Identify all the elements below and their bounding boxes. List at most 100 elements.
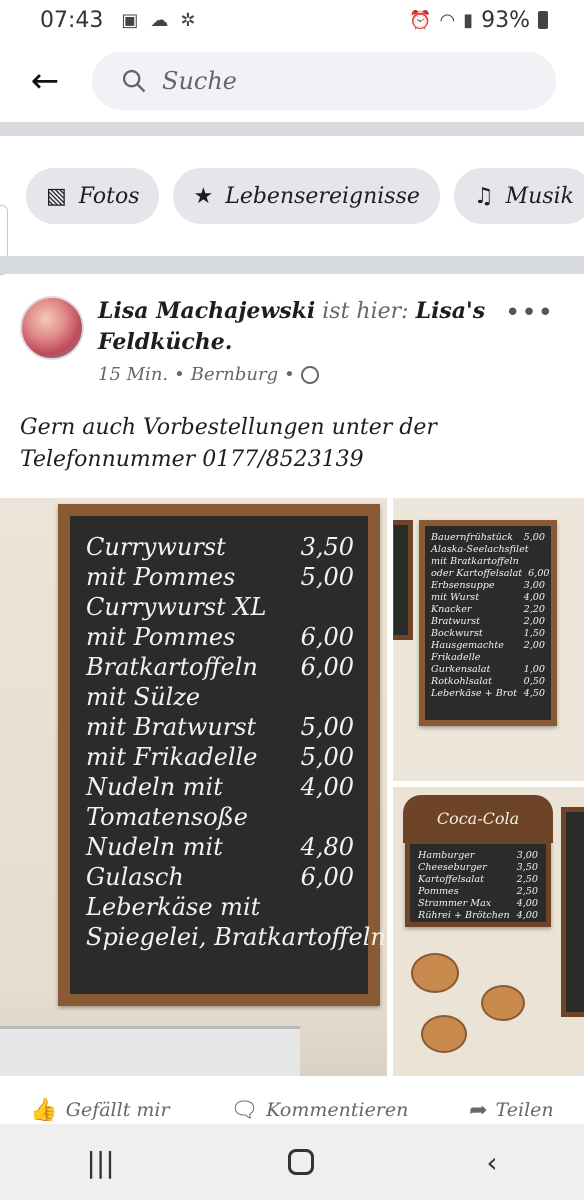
- clock: 07:43: [40, 7, 104, 33]
- menu-row: Gulasch 6,00: [86, 862, 354, 892]
- checkin-connector: ist hier:: [322, 299, 409, 324]
- menu-item: Hausgemachte: [431, 640, 504, 651]
- menu-row: Leberkäse + Brot 4,50: [431, 688, 545, 700]
- menu-row: Spiegelei, Bratkartoffeln: [86, 922, 386, 952]
- menu-price: 1,50: [523, 628, 545, 639]
- share-label: Teilen: [495, 1099, 554, 1121]
- post-location[interactable]: Bernburg: [191, 364, 278, 385]
- menu-row: Nudeln mit 4,00: [86, 772, 354, 802]
- menu-row: mit Pommes 6,00: [86, 622, 354, 652]
- avatar[interactable]: [20, 296, 84, 360]
- search-row: ← Suche: [0, 48, 584, 114]
- like-button[interactable]: 👍 Gefällt mir: [30, 1098, 169, 1123]
- photo-top-right[interactable]: Bauernfrühstück 5,00 Alaska-Seelachsfilet m…: [393, 498, 584, 781]
- menu-row: Leberkäse mit: [86, 892, 354, 922]
- menu-price: 4,50: [523, 688, 545, 699]
- share-button[interactable]: ➦ Teilen: [469, 1098, 554, 1123]
- menu-item: Currywurst: [86, 533, 226, 561]
- menu-row: Bratwurst 2,00: [431, 616, 545, 628]
- menu-item: mit Sülze: [86, 683, 201, 711]
- post-title: Lisa Machajewski ist hier: Lisa's Feldkü…: [98, 296, 518, 358]
- menu-row: mit Wurst 4,00: [431, 592, 545, 604]
- chip-lebensereignisse[interactable]: ★ Lebensereignisse: [173, 168, 440, 224]
- menu-row: mit Bratkartoffeln: [431, 556, 545, 568]
- menu-item: Kartoffelsalat: [418, 874, 484, 885]
- menu-price: 5,00: [300, 743, 354, 771]
- search-icon: [122, 69, 146, 93]
- menu-price: 6,00: [528, 568, 550, 579]
- back-icon[interactable]: ‹: [486, 1146, 497, 1179]
- menu-item: Strammer Max: [418, 898, 492, 909]
- menu-item: Nudeln mit: [86, 833, 223, 861]
- menu-row: Currywurst 3,50: [86, 532, 354, 562]
- chalkboard-side: Bauernfrühstück 5,00 Alaska-Seelachsfilet m…: [419, 520, 557, 726]
- menu-item: Rotkohlsalat: [431, 676, 492, 687]
- menu-price: 2,50: [516, 886, 538, 897]
- menu-item: Leberkäse mit: [86, 893, 261, 921]
- photo-bottom-right[interactable]: Coca-Cola Hamburger 3,00 Cheeseburger 3,50 K…: [393, 787, 584, 1076]
- status-bar: 07:43 ▣ ☁ ✲ ⏰ ◠ ▮ 93%: [0, 0, 584, 40]
- menu-item: oder Kartoffelsalat: [431, 568, 523, 579]
- menu-row: Rührei + Brötchen 4,00: [418, 910, 538, 922]
- search-input[interactable]: Suche: [92, 52, 556, 110]
- like-label: Gefällt mir: [65, 1099, 170, 1121]
- author-name[interactable]: Lisa Machajewski: [98, 298, 315, 324]
- menu-price: 6,00: [300, 863, 354, 891]
- menu-row: Bockwurst 1,50: [431, 628, 545, 640]
- post-time[interactable]: 15 Min.: [98, 364, 168, 385]
- menu-price: 0,50: [523, 676, 545, 687]
- menu-price: 2,20: [523, 604, 545, 615]
- menu-row: Currywurst XL: [86, 592, 354, 622]
- menu-price: 2,00: [523, 640, 545, 651]
- menu-item: Rührei + Brötchen: [418, 910, 510, 921]
- profile-chips: ▧ Fotos ★ Lebensereignisse ♫ Musik: [26, 168, 584, 224]
- meta-separator: •: [284, 364, 295, 385]
- menu-price: 1,00: [523, 664, 545, 675]
- menu-item: Bockwurst: [431, 628, 483, 639]
- home-icon[interactable]: [287, 1149, 314, 1175]
- music-icon: ♫: [473, 183, 494, 209]
- comment-button[interactable]: 🗨 Kommentieren: [230, 1098, 408, 1123]
- weather-notification-icon: ☁: [150, 9, 169, 31]
- menu-row: Frikadelle: [431, 652, 545, 664]
- menu-price: 4,00: [523, 592, 545, 603]
- menu-price: 6,00: [300, 653, 354, 681]
- signal-icon: ▮: [463, 9, 474, 31]
- frame-edge: [561, 807, 584, 1017]
- globe-icon: [300, 365, 319, 384]
- share-icon: ➦: [469, 1097, 488, 1123]
- menu-item: Tomatensoße: [86, 803, 248, 831]
- menu-item: mit Pommes: [86, 623, 236, 651]
- comment-icon: 🗨: [230, 1097, 259, 1123]
- menu-item: Spiegelei, Bratkartoffeln: [86, 923, 386, 951]
- menu-item: Frikadelle: [431, 652, 481, 663]
- recent-apps-icon[interactable]: |||: [86, 1146, 114, 1179]
- menu-item: Knacker: [431, 604, 472, 615]
- chip-fotos[interactable]: ▧ Fotos: [26, 168, 160, 224]
- back-arrow-icon[interactable]: ←: [0, 61, 90, 101]
- menu-row: Erbsensuppe 3,00: [431, 580, 545, 592]
- menu-item: mit Wurst: [431, 592, 480, 603]
- menu-row: mit Bratwurst 5,00: [86, 712, 354, 742]
- alarm-icon: ⏰: [409, 9, 432, 31]
- menu-row: mit Sülze: [86, 682, 354, 712]
- section-divider: [0, 256, 584, 274]
- menu-item: Hamburger: [418, 850, 475, 861]
- menu-item: Currywurst XL: [86, 593, 267, 621]
- chip-musik[interactable]: ♫ Musik: [453, 168, 584, 224]
- coca-cola-sign: Coca-Cola: [403, 795, 553, 843]
- menu-price: 5,00: [300, 713, 354, 741]
- menu-price: 5,00: [523, 532, 545, 543]
- frame-edge: [393, 520, 413, 640]
- menu-row: Rotkohlsalat 0,50: [431, 676, 545, 688]
- more-options-icon[interactable]: •••: [505, 298, 554, 328]
- photo-grid: Currywurst 3,50 mit Pommes 5,00 Currywurst X…: [0, 498, 584, 1076]
- menu-item: mit Bratwurst: [86, 713, 257, 741]
- post-header: Lisa Machajewski ist hier: Lisa's Feldkü…: [20, 294, 564, 394]
- menu-item: mit Pommes: [86, 563, 236, 591]
- wifi-icon: ◠: [439, 9, 456, 31]
- app-notification-icon: ✲: [180, 9, 196, 31]
- photo-main[interactable]: Currywurst 3,50 mit Pommes 5,00 Currywurst X…: [0, 498, 387, 1076]
- menu-price: 4,00: [516, 898, 538, 909]
- chalkboard-small: Hamburger 3,00 Cheeseburger 3,50 Kartoffelsa…: [405, 839, 551, 927]
